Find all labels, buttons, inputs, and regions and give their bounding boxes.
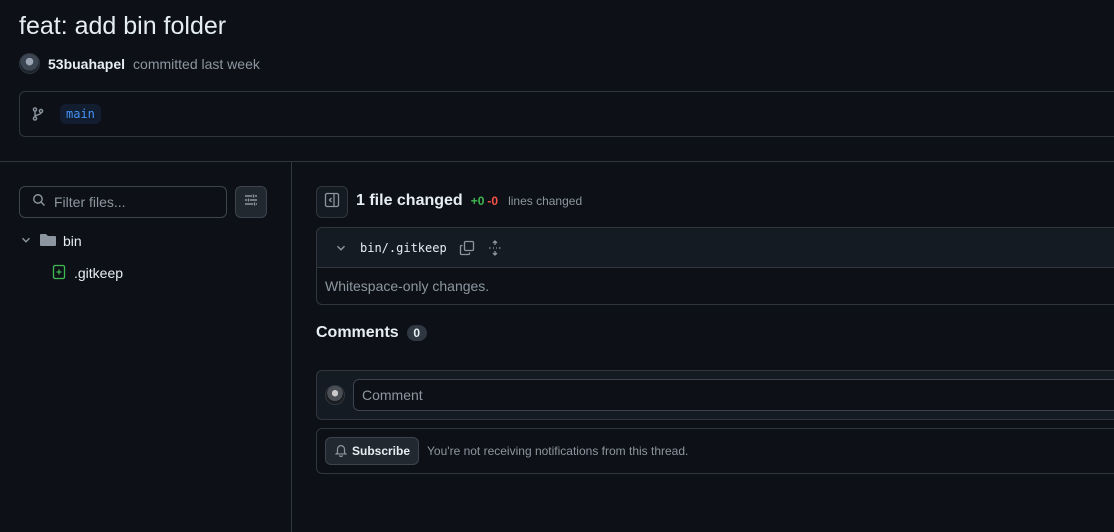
filter-files-input[interactable] (54, 194, 214, 210)
notifications-box: Subscribe You're not receiving notificat… (316, 428, 1114, 474)
subscription-status-text: You're not receiving notifications from … (427, 444, 689, 458)
tree-folder-label: bin (63, 233, 82, 249)
branch-box: main (19, 91, 1114, 137)
chevron-down-icon[interactable] (334, 241, 348, 255)
sliders-icon (243, 192, 259, 213)
file-tree-settings-button[interactable] (235, 186, 267, 218)
copy-icon[interactable] (459, 240, 475, 256)
lines-changed-label: lines changed (508, 194, 583, 208)
comment-input[interactable] (353, 379, 1114, 411)
tree-file-gitkeep[interactable]: .gitkeep (52, 261, 123, 285)
author-link[interactable]: 53buahapel (48, 56, 125, 72)
tree-file-label: .gitkeep (74, 265, 124, 281)
file-diff-card: bin/.gitkeep Whitespace-only changes. (316, 227, 1114, 305)
comment-composer (316, 370, 1114, 420)
files-changed-summary: 1 file changed +0 -0 lines changed (356, 192, 582, 210)
comments-count-badge: 0 (406, 325, 427, 341)
search-icon (32, 193, 46, 212)
comments-label: Comments (316, 324, 399, 341)
bell-icon (334, 443, 348, 460)
commit-action: committed last week (133, 55, 260, 72)
file-added-icon (52, 264, 66, 283)
commit-title: feat: add bin folder (19, 12, 227, 40)
deletions-count: -0 (487, 194, 499, 208)
commit-meta: 53buahapel committed last week (19, 53, 260, 74)
file-path[interactable]: bin/.gitkeep (360, 241, 447, 255)
files-changed-count: 1 file changed (356, 192, 463, 209)
current-user-avatar (325, 385, 345, 405)
branch-label[interactable]: main (60, 104, 101, 124)
folder-icon (39, 232, 57, 251)
chevron-down-icon (19, 233, 33, 250)
subscribe-button[interactable]: Subscribe (325, 437, 420, 465)
file-diff-header: bin/.gitkeep (317, 228, 1114, 268)
sidebar-divider (291, 162, 292, 532)
sidebar-collapse-icon (324, 192, 340, 213)
subscribe-label: Subscribe (352, 444, 411, 458)
additions-count: +0 (470, 194, 485, 208)
header-divider (0, 161, 1114, 162)
tree-folder-bin[interactable]: bin (19, 229, 82, 253)
filter-files-field[interactable] (19, 186, 227, 218)
author-avatar[interactable] (19, 53, 40, 74)
file-diff-body: Whitespace-only changes. (325, 278, 490, 294)
expand-all-icon[interactable] (487, 239, 503, 256)
comments-heading: Comments 0 (316, 324, 427, 342)
git-branch-icon (30, 106, 46, 122)
toggle-file-tree-button[interactable] (316, 186, 348, 218)
